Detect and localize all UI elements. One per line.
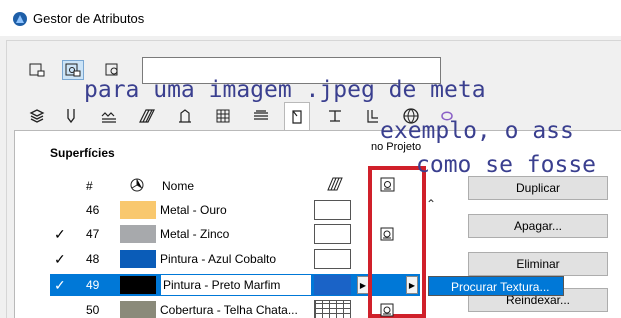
- tab-building-materials[interactable]: [322, 104, 348, 128]
- tab-pens[interactable]: [58, 104, 84, 128]
- browse-texture-menu-item[interactable]: Procurar Textura...: [428, 276, 564, 296]
- tab-layers[interactable]: [24, 104, 50, 128]
- row-number: 46: [86, 203, 100, 217]
- fill-pattern-preview[interactable]: [314, 224, 351, 244]
- in-use-check-icon: ✓: [54, 277, 66, 293]
- number-column-header[interactable]: #: [86, 179, 93, 193]
- surfaces-icon: [292, 109, 302, 124]
- window-title: Gestor de Atributos: [33, 11, 145, 26]
- fill-pattern-preview[interactable]: [314, 200, 351, 220]
- pen-icon: [67, 109, 75, 124]
- title-bar: Gestor de Atributos: [0, 0, 621, 36]
- table-row[interactable]: 50 Cobertura - Telha Chata...: [50, 299, 420, 318]
- scroll-up-arrow[interactable]: ⌃: [426, 197, 436, 211]
- row-number: 47: [86, 227, 100, 241]
- building-materials-icon: [329, 110, 341, 122]
- color-column-icon[interactable]: [130, 178, 144, 192]
- layers-icon: [29, 109, 45, 123]
- row-number: 49: [86, 278, 100, 292]
- tab-composites[interactable]: [172, 104, 198, 128]
- overlay-caption-line-2: exemplo, o ass: [380, 118, 574, 144]
- section-title: Superfícies: [50, 146, 115, 160]
- tab-line-types[interactable]: [96, 104, 122, 128]
- tab-fills[interactable]: [134, 104, 160, 128]
- list-view-icon: [29, 63, 45, 77]
- profiles-icon: [216, 109, 230, 123]
- tab-zone-categories[interactable]: [248, 104, 274, 128]
- in-use-check-icon: ✓: [54, 251, 66, 267]
- delete-button[interactable]: Apagar...: [468, 214, 608, 238]
- eliminate-button[interactable]: Eliminar: [468, 252, 608, 276]
- table-row[interactable]: ✓ 47 Metal - Zinco: [50, 223, 420, 245]
- color-swatch: [120, 250, 156, 268]
- name-column-header[interactable]: Nome: [162, 179, 194, 193]
- surface-name[interactable]: Metal - Ouro: [160, 199, 312, 221]
- fill-pattern-preview[interactable]: [314, 275, 351, 295]
- color-swatch: [120, 301, 156, 318]
- fill-pattern-preview[interactable]: [314, 300, 351, 318]
- fills-icon: [139, 109, 155, 123]
- in-use-check-icon: ✓: [54, 226, 66, 242]
- row-number: 50: [86, 303, 100, 317]
- table-row[interactable]: ✓ 48 Pintura - Azul Cobalto: [50, 248, 420, 270]
- detail-view-icon: [65, 63, 81, 77]
- color-swatch: [120, 276, 156, 294]
- preview-view-icon: [105, 63, 118, 76]
- surface-name[interactable]: Pintura - Preto Marfim: [160, 274, 312, 296]
- fill-pattern-preview[interactable]: [314, 249, 351, 269]
- surface-name[interactable]: Cobertura - Telha Chata...: [160, 299, 312, 318]
- tab-surfaces[interactable]: [284, 102, 310, 130]
- duplicate-button[interactable]: Duplicar: [468, 176, 608, 200]
- archicad-logo-icon: [13, 12, 27, 26]
- surface-name[interactable]: Metal - Zinco: [160, 223, 312, 245]
- fill-pattern-column-icon[interactable]: [326, 176, 344, 192]
- texture-column-highlight: [368, 166, 426, 318]
- table-row[interactable]: 46 Metal - Ouro: [50, 199, 420, 221]
- texture-assigned-icon: [380, 303, 394, 317]
- overlay-caption-line-3: como se fosse: [416, 152, 597, 178]
- zones-icon: [254, 110, 268, 120]
- composites-icon: [179, 109, 191, 123]
- overlay-caption-line-1: para uma imagem .jpeg de meta: [84, 77, 486, 103]
- list-view-button[interactable]: [26, 60, 48, 80]
- line-types-icon: [101, 112, 116, 123]
- texture-assigned-icon: [380, 227, 394, 241]
- color-swatch: [120, 201, 156, 219]
- color-swatch: [120, 225, 156, 243]
- row-number: 48: [86, 252, 100, 266]
- detail-view-button[interactable]: [62, 60, 84, 80]
- surface-name[interactable]: Pintura - Azul Cobalto: [160, 248, 312, 270]
- tab-profiles[interactable]: [210, 104, 236, 128]
